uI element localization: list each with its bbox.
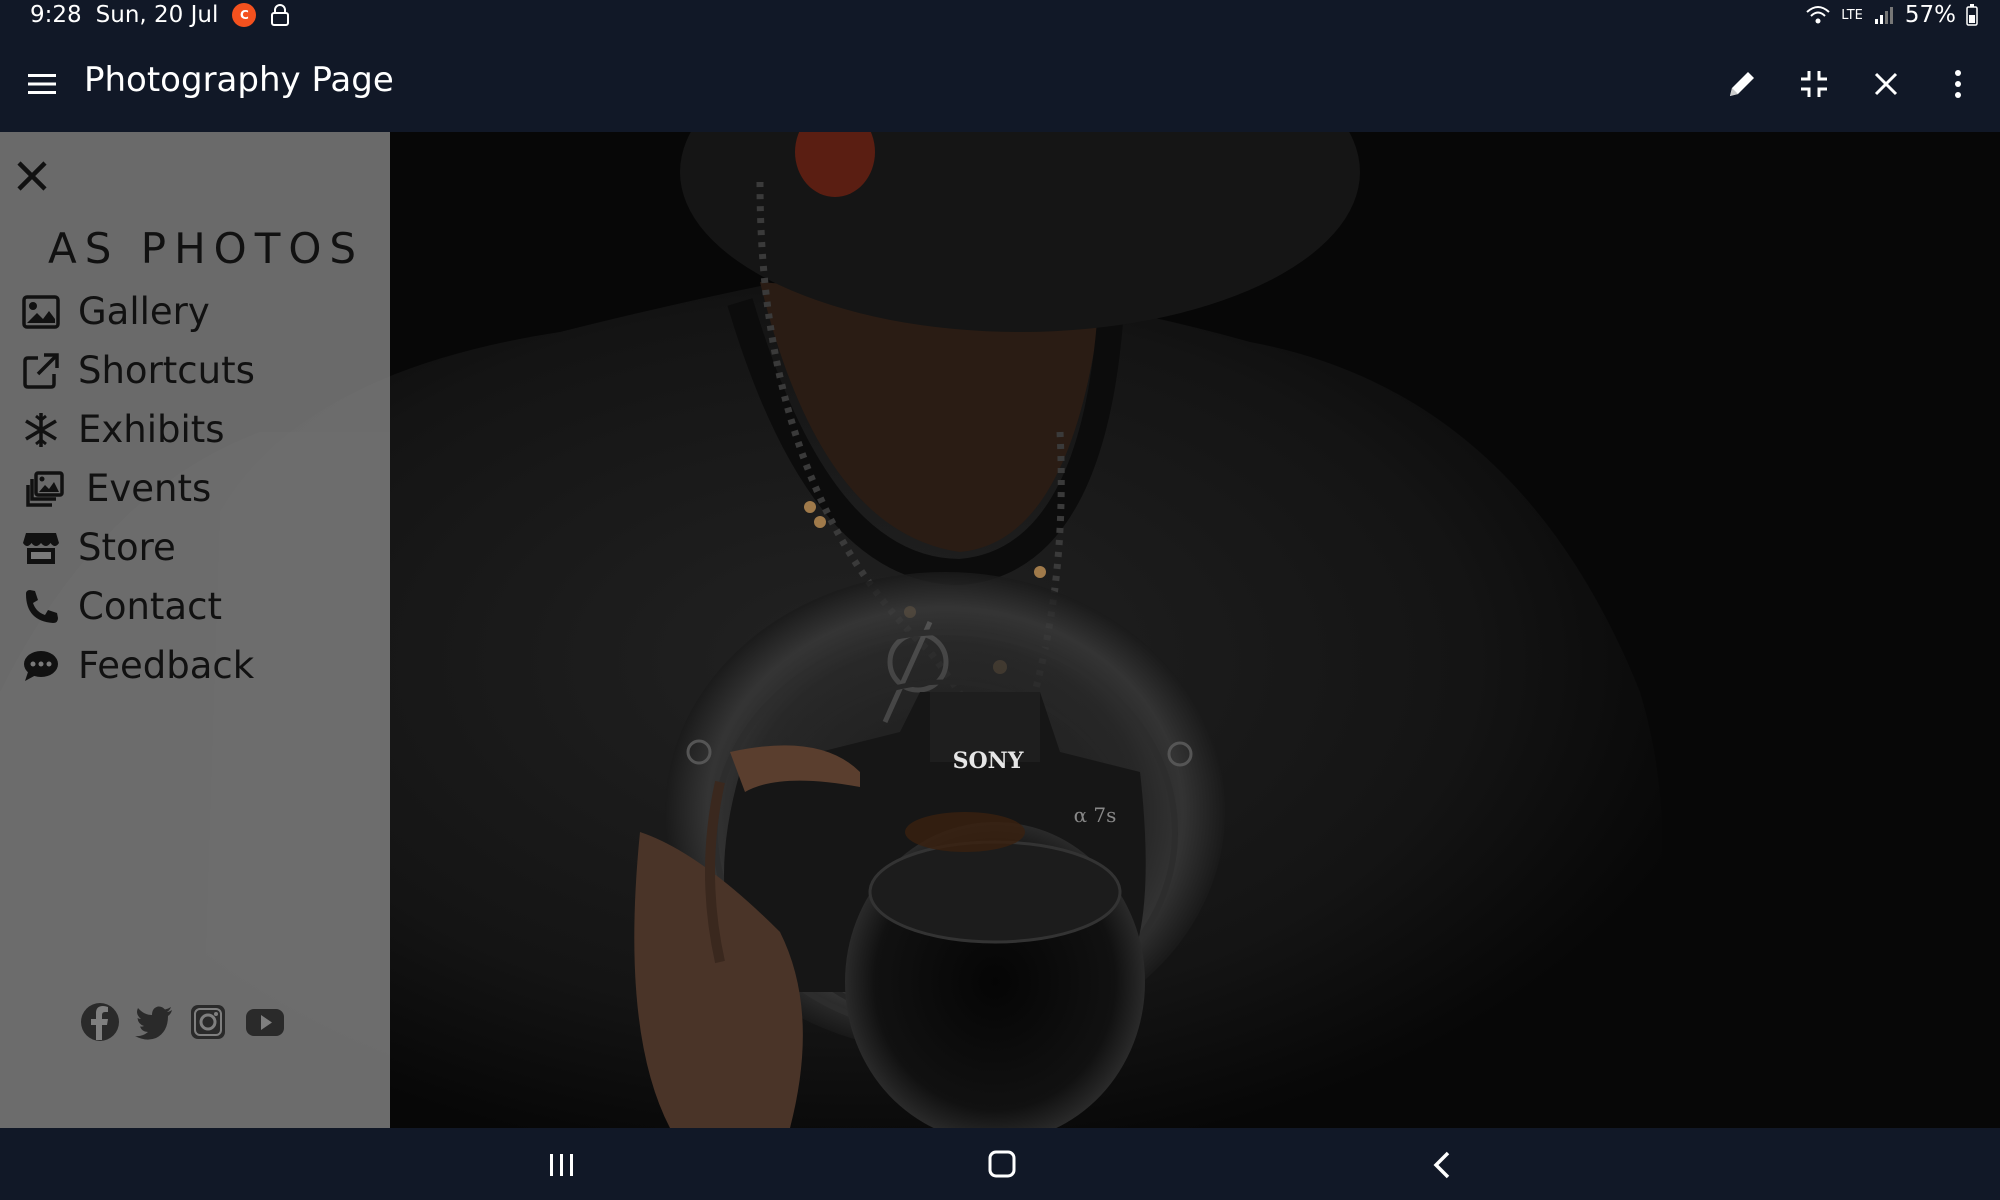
camera-brand-text: SONY [953,748,1024,774]
instagram-icon[interactable] [188,1002,228,1042]
app-bar: Photography Page [0,36,2000,132]
nav-item-label: Shortcuts [78,349,255,392]
photos-stack-icon [26,470,64,507]
social-links [80,1002,288,1042]
nav-item-label: Events [86,467,212,510]
edit-button[interactable] [1722,64,1762,104]
status-right: LTE 57% [1805,2,1978,28]
camera-model-text: α 7s [1074,803,1117,827]
lock-icon [271,4,290,26]
nav-item-label: Exhibits [78,408,225,451]
web-content: SONY α 7s AS PHOTOS Gallery Shortcuts Ex… [0,132,2000,1128]
phone-icon [26,589,58,623]
home-icon[interactable] [982,1148,1022,1182]
close-icon [1874,72,1898,96]
recent-apps-icon[interactable] [542,1148,582,1182]
more-vert-icon [1955,70,1961,98]
battery-level: 57% [1904,2,1956,28]
nav-item-label: Feedback [78,644,255,687]
nav-item-events[interactable]: Events [22,459,255,518]
nav-item-gallery[interactable]: Gallery [22,282,255,341]
notification-app-icon: C [232,3,257,27]
nav-item-store[interactable]: Store [22,518,255,577]
sidebar: AS PHOTOS Gallery Shortcuts Exhibits Eve… [0,132,390,1128]
nav-item-label: Store [78,526,176,569]
status-date: Sun, 20 Jul [95,2,219,28]
close-button[interactable] [1866,64,1906,104]
minimize-button[interactable] [1794,64,1834,104]
wifi-icon [1806,6,1830,24]
external-link-icon [23,352,59,389]
nav-list: Gallery Shortcuts Exhibits Events Store … [22,282,255,695]
brand-title: AS PHOTOS [48,224,365,273]
snowflake-icon [25,412,57,447]
nav-item-exhibits[interactable]: Exhibits [22,400,255,459]
close-sidebar-icon[interactable] [14,158,50,194]
network-label: LTE [1841,7,1863,23]
nav-item-shortcuts[interactable]: Shortcuts [22,341,255,400]
store-icon [23,532,59,564]
system-nav-bar [0,1128,2000,1200]
compress-icon [1801,71,1827,97]
nav-item-contact[interactable]: Contact [22,577,255,636]
pencil-icon [1730,72,1754,96]
twitter-icon[interactable] [134,1002,174,1042]
status-time: 9:28 [30,2,82,28]
nav-item-label: Contact [78,585,222,628]
page-title: Photography Page [84,60,394,100]
image-icon [22,294,60,329]
status-left: 9:28 Sun, 20 Jul C [30,2,290,28]
facebook-icon[interactable] [80,1002,120,1042]
back-icon[interactable] [1424,1148,1464,1182]
menu-icon[interactable] [24,66,60,102]
status-bar: 9:28 Sun, 20 Jul C LTE 57% [0,0,2000,36]
nav-item-feedback[interactable]: Feedback [22,636,255,695]
battery-icon [1966,4,1978,26]
nav-item-label: Gallery [78,290,210,333]
more-options-button[interactable] [1938,64,1978,104]
signal-icon [1874,7,1893,24]
chat-icon [24,650,58,681]
youtube-icon[interactable] [242,1002,288,1042]
